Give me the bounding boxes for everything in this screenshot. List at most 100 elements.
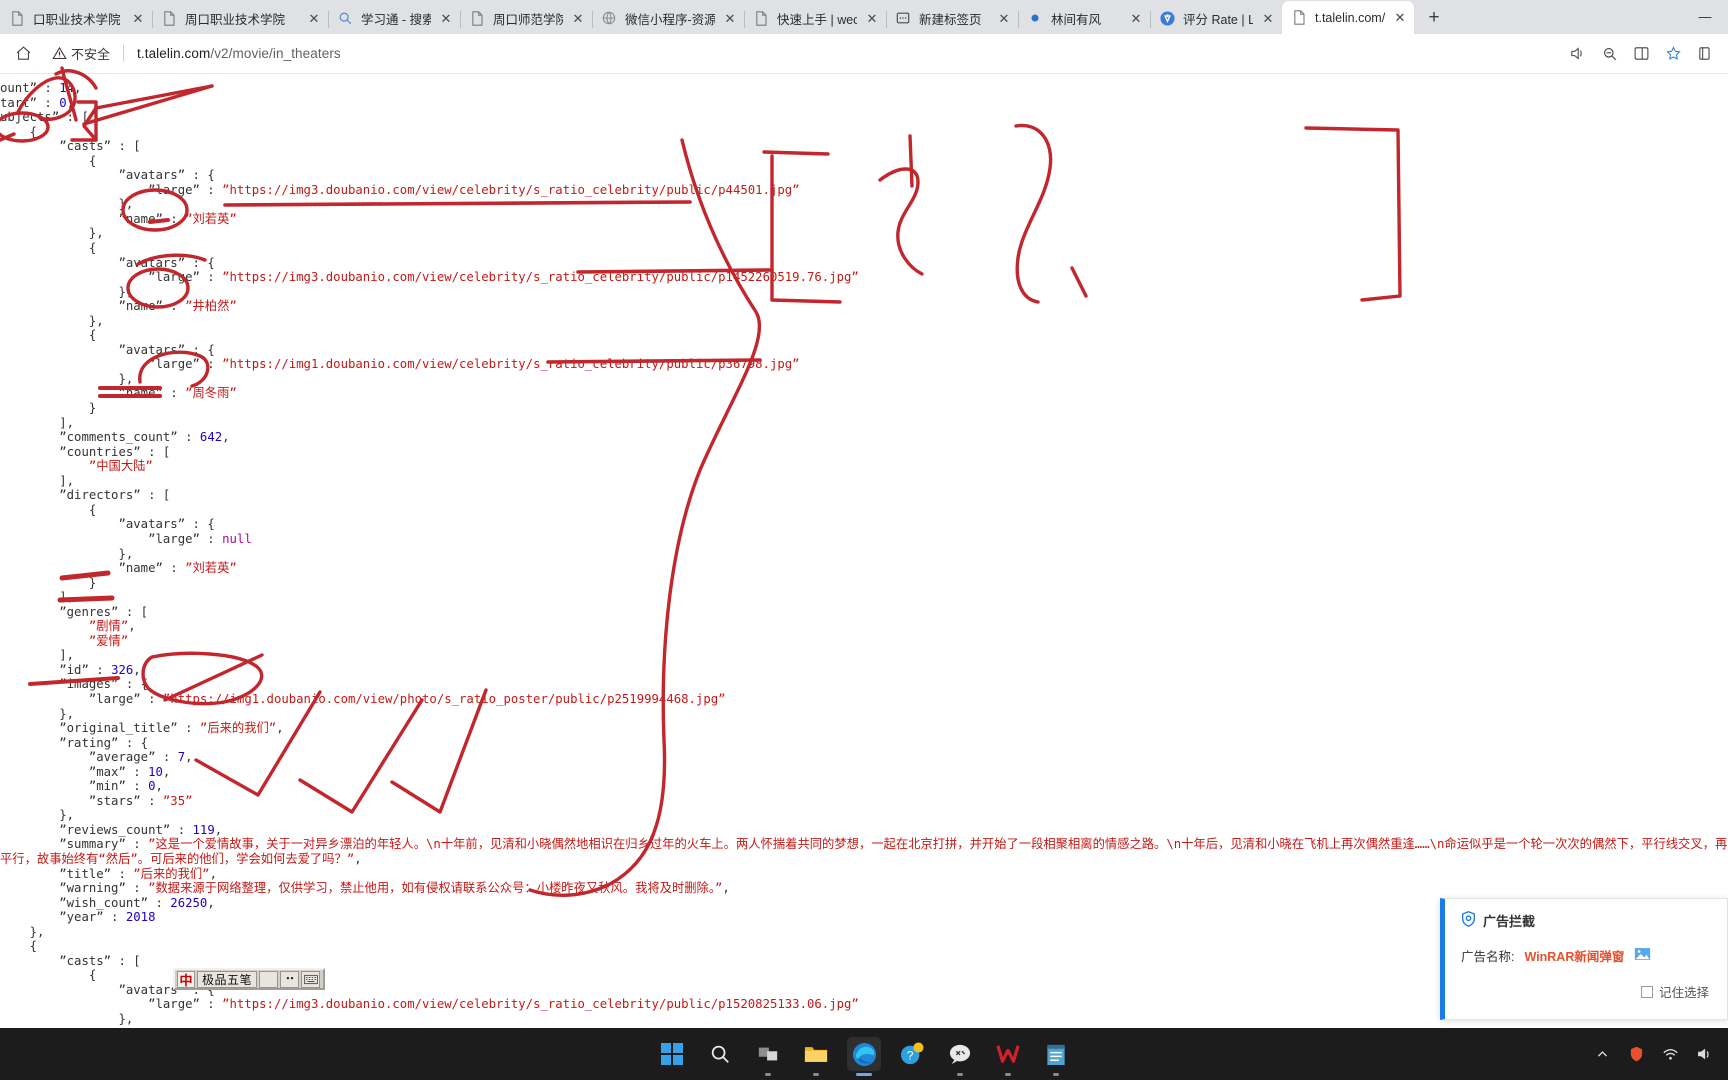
zoom-icon[interactable] [1594,39,1624,69]
screen: 口职业技术学院 ✕ 周口职业技术学院 ✕ 学习通 - 搜索 ✕ 周口师范学院 ✕ 微信小程序-资… [0,0,1728,1080]
tab-label: 评分 Rate | Lin UI [1183,13,1253,27]
chevron-up-icon[interactable] [1592,1044,1612,1064]
wps-button[interactable] [991,1037,1025,1076]
json-line: ”countries” : [ [0,445,170,459]
remember-choice-checkbox[interactable] [1640,985,1653,998]
json-token: ubjects” [0,110,60,125]
linui-icon [1160,10,1176,27]
json-token: : [140,691,163,706]
json-token: 0 [59,95,67,110]
json-token: }, [118,546,134,561]
json-token: ”井柏然” [185,299,237,314]
browser-tab-3[interactable]: 周口师范学院 ✕ [460,3,593,34]
ime-toolbar[interactable]: 中 极品五笔 [173,968,325,990]
taskbar-indicator [1005,1073,1011,1076]
tab-label: 新建标签页 [919,13,982,27]
json-token: ”images” [59,677,119,692]
json-token: ”https://img1.doubanio.com/view/photo/s_… [162,691,726,706]
ime-name-label[interactable]: 极品五笔 [197,970,258,988]
json-token: 14 [59,81,75,95]
tab-label: 口职业技术学院 [33,13,121,27]
tab-close-button[interactable]: ✕ [722,11,738,27]
edge-button[interactable] [847,1037,881,1076]
notes-button[interactable] [1039,1037,1073,1076]
tab-close-button[interactable]: ✕ [570,11,586,27]
browser-tab-4[interactable]: 微信小程序-资源 ✕ [592,3,745,34]
taskbar-indicator [813,1073,819,1076]
tab-close-button[interactable]: ✕ [1392,10,1408,26]
tab-close-button[interactable]: ✕ [996,11,1012,27]
browser-tab-1[interactable]: 周口职业技术学院 ✕ [152,3,329,34]
wechat-button[interactable] [943,1037,977,1076]
json-token: : [37,95,60,110]
ime-language-badge[interactable]: 中 [177,970,195,988]
json-line: ubjects” : [ [0,110,89,124]
browser-tab-7[interactable]: 林间有风 ✕ [1018,3,1151,34]
browser-tab-0[interactable]: 口职业技术学院 ✕ [0,3,153,34]
browser-tab-8[interactable]: 评分 Rate | Lin UI ✕ [1150,3,1283,34]
favorite-star-icon[interactable] [1658,39,1688,69]
tab-close-button[interactable]: ✕ [438,11,454,27]
moon-icon[interactable] [259,970,279,988]
collections-icon[interactable] [1690,39,1720,69]
search-button[interactable] [703,1037,737,1071]
json-token: ”https://img3.doubanio.com/view/celebrit… [222,182,800,197]
json-line: }, [0,197,133,211]
browser-tab-9[interactable]: t.talelin.com/v2/mc ✕ [1282,1,1414,34]
punctuation-icon[interactable] [280,970,300,988]
tab-close-button[interactable]: ✕ [1260,11,1276,27]
security-shield-icon[interactable] [1626,1044,1646,1064]
json-line: ”images” : { [0,677,148,691]
json-token: 2018 [125,910,156,925]
remember-choice-label: 记住选择 [1658,986,1709,1000]
json-token: ”https://img3.doubanio.com/view/celebrit… [222,270,859,285]
omnibox-divider [123,45,125,62]
json-token: ”avatars” [118,342,186,357]
security-warning[interactable]: 不安全 [52,44,110,63]
browser-tab-6[interactable]: 新建标签页 ✕ [886,3,1019,34]
json-token: ”name” [118,561,163,576]
image-icon[interactable] [1634,947,1651,964]
json-line: ”id” : 326, [0,663,140,677]
json-token: ”genres” [59,604,119,619]
json-token: : { [118,677,149,692]
json-line: ”warning” : ”数据来源于网络整理，仅供学习，禁止他用，如有侵权请联系… [0,881,730,895]
json-line: ], [0,416,74,430]
taskbar-icons: ? [655,1037,1073,1076]
json-token: : { [185,168,215,183]
json-token: , [74,81,82,95]
minimize-button[interactable]: — [1682,0,1728,32]
taskbar-indicator [957,1073,963,1076]
start-button[interactable] [655,1037,689,1071]
tab-close-button[interactable]: ✕ [306,11,322,27]
help-button[interactable]: ? [895,1037,929,1071]
adblock-remember-row[interactable]: 记住选择 [1445,965,1727,1001]
json-token: ”wish_count” [59,895,149,910]
home-icon[interactable] [8,39,38,69]
json-token: : [ [118,604,149,619]
browser-tab-2[interactable]: 学习通 - 搜索 ✕ [328,3,461,34]
json-token: ”name” [118,386,163,401]
adblock-popup[interactable]: 广告拦截 广告名称: WinRAR新闻弹窗 记住选择 [1440,898,1728,1020]
json-line: ”name” : ”刘若英” [0,211,237,226]
address-bar[interactable]: 不安全 t.talelin.com/v2/movie/in_theaters [44,40,1556,68]
split-screen-icon[interactable] [1626,39,1656,69]
json-token: } [88,575,97,590]
json-token: ”avatars” [118,517,186,532]
new-tab-button[interactable]: + [1419,3,1449,33]
volume-icon[interactable] [1694,1044,1714,1064]
json-token: ”stars” [88,793,141,808]
browser-tab-5[interactable]: 快速上手 | wechat- ✕ [744,3,887,34]
json-token: ”large” [148,270,200,285]
task-view-button[interactable] [751,1037,785,1076]
read-aloud-icon[interactable] [1562,39,1592,69]
tab-close-button[interactable]: ✕ [1128,11,1144,27]
json-token: ”刘若英” [185,211,237,226]
keyboard-icon[interactable] [301,970,321,988]
url-text: t.talelin.com/v2/movie/in_theaters [137,46,341,61]
tab-close-button[interactable]: ✕ [130,11,146,27]
file-explorer-button[interactable] [799,1037,833,1076]
tab-close-button[interactable]: ✕ [864,11,880,27]
network-icon[interactable] [1660,1044,1680,1064]
json-token: ”https://img1.doubanio.com/view/celebrit… [222,357,800,372]
